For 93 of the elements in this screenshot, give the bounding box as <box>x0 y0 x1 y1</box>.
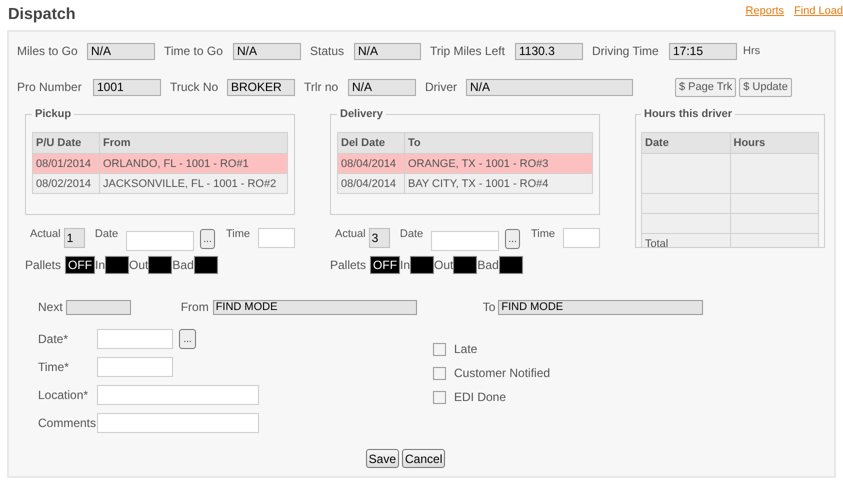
value-field: N/A <box>348 78 416 96</box>
date-picker-button[interactable]: ... <box>200 229 215 249</box>
time-field[interactable] <box>258 228 295 248</box>
actual-label: Actual <box>335 228 366 240</box>
pallet-label: Out <box>434 258 454 272</box>
date-picker-button[interactable]: ... <box>505 229 520 249</box>
pallet-label: Out <box>129 258 148 272</box>
column-header: P/U Date <box>32 132 100 154</box>
value-field: 1130.3 <box>515 42 583 60</box>
table-cell[interactable]: BAY CITY, TX - 1001 - RO#4 <box>404 174 592 194</box>
column-header: Hours <box>730 132 818 154</box>
page-title: Dispatch <box>8 6 76 24</box>
field-label: Location* <box>38 388 90 402</box>
input-field[interactable] <box>97 357 173 377</box>
form-button[interactable]: Cancel <box>402 449 446 468</box>
pallet-count-field[interactable] <box>148 256 172 274</box>
pallet-count-field[interactable] <box>498 256 523 274</box>
table-cell[interactable]: ORLANDO, FL - 1001 - RO#1 <box>100 154 288 174</box>
table-cell[interactable]: 08/02/2014 <box>32 174 100 194</box>
pallet-label: In <box>400 258 410 272</box>
checkbox[interactable] <box>433 390 446 404</box>
unit-label: Hrs <box>743 45 760 57</box>
panel-title: Pickup <box>34 108 72 120</box>
input-field[interactable] <box>97 329 173 349</box>
value-field: N/A <box>87 42 155 60</box>
time-label: Time <box>530 228 555 240</box>
field-label: Status <box>310 44 346 58</box>
time-field[interactable] <box>563 228 600 248</box>
next-field <box>66 300 131 314</box>
value-field: N/A <box>354 42 421 60</box>
pallet-label: In <box>95 258 106 272</box>
pallet-label: Bad <box>477 258 499 272</box>
pallets-label: Pallets <box>25 258 62 272</box>
pallet-count-field[interactable] <box>194 256 218 274</box>
date-field[interactable] <box>126 231 194 251</box>
field-label: Pro Number <box>17 80 83 94</box>
column-header: Date <box>642 132 730 154</box>
field-label: Trip Miles Left <box>430 44 506 58</box>
field-label: Date* <box>38 332 70 346</box>
checkbox[interactable] <box>433 366 446 380</box>
from-field: FIND MODE <box>212 300 417 314</box>
checkbox-label: Customer Notified <box>454 366 550 380</box>
field-label: Time to Go <box>164 44 224 58</box>
pallet-count-field[interactable] <box>105 256 130 274</box>
pallet-label: Bad <box>172 258 194 272</box>
actual-label: Actual <box>30 228 61 240</box>
column-header: From <box>100 132 288 154</box>
form-button[interactable]: Save <box>366 449 399 468</box>
table-cell[interactable]: ORANGE, TX - 1001 - RO#3 <box>404 154 592 174</box>
date-picker-button[interactable]: ... <box>179 329 196 349</box>
date-label: Date <box>94 228 118 240</box>
pallets-label: Pallets <box>330 258 366 272</box>
value-field: N/A <box>466 78 633 96</box>
value-field: BROKER <box>227 78 295 96</box>
time-label: Time <box>226 228 250 240</box>
panel-title: Hours this driver <box>643 109 734 120</box>
checkbox[interactable] <box>433 342 446 356</box>
actual-field: 3 <box>368 228 390 248</box>
checkbox-label: Late <box>454 342 478 356</box>
pallet-count-field[interactable] <box>453 256 478 274</box>
next-label: Next <box>38 300 63 314</box>
pallet-count-field[interactable] <box>410 256 434 274</box>
table-cell[interactable]: 08/04/2014 <box>338 174 404 194</box>
table-cell[interactable]: 08/01/2014 <box>32 154 100 174</box>
value-field: 17:15 <box>669 42 737 60</box>
action-button[interactable]: $ Page Trk <box>675 78 736 96</box>
to-field: FIND MODE <box>498 300 704 314</box>
field-label: Trlr no <box>304 80 340 94</box>
action-button[interactable]: $ Update <box>739 78 792 96</box>
date-field[interactable] <box>431 231 500 251</box>
field-label: Driving Time <box>592 44 660 58</box>
value-field: 1001 <box>93 78 161 96</box>
input-field[interactable] <box>97 385 259 405</box>
column-header: To <box>404 132 592 154</box>
actual-field: 1 <box>64 228 85 248</box>
to-label: To <box>482 300 496 314</box>
field-label: Miles to Go <box>17 44 79 58</box>
value-field: N/A <box>233 42 301 60</box>
field-label: Truck No <box>170 80 220 94</box>
field-label: Comments <box>38 416 97 430</box>
table-cell: Total <box>642 234 730 247</box>
table-cell[interactable]: 08/04/2014 <box>338 154 404 174</box>
column-header: Del Date <box>338 132 404 154</box>
from-label: From <box>180 300 209 314</box>
input-field[interactable] <box>97 413 259 433</box>
pallet-toggle[interactable]: OFF <box>65 256 96 274</box>
field-label: Driver <box>425 80 458 94</box>
field-label: Time* <box>38 360 70 374</box>
pallet-toggle[interactable]: OFF <box>370 256 400 274</box>
checkbox-label: EDI Done <box>454 390 506 404</box>
date-label: Date <box>400 228 424 240</box>
table-cell[interactable]: JACKSONVILLE, FL - 1001 - RO#2 <box>100 174 288 194</box>
panel-title: Delivery <box>339 108 384 120</box>
